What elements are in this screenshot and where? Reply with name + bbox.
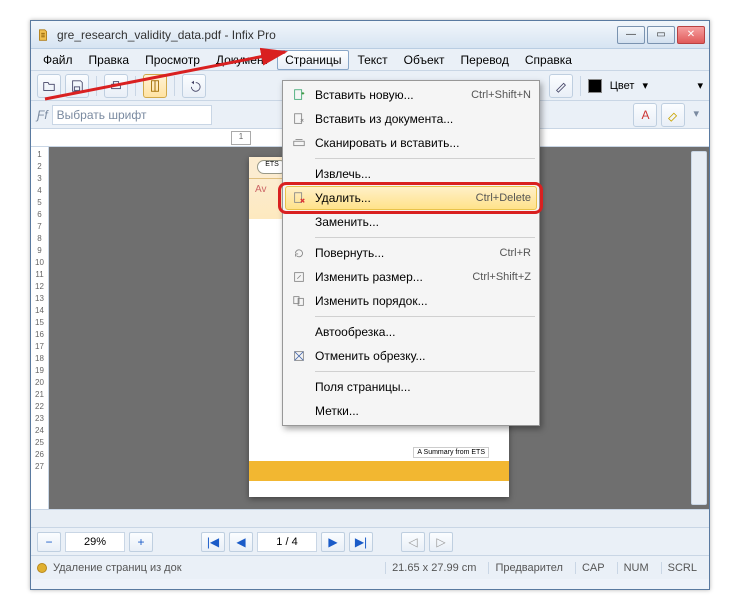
crop-cancel-icon	[289, 346, 309, 366]
menu-edit[interactable]: Правка	[81, 50, 138, 70]
menu-pages[interactable]: Страницы	[277, 50, 349, 70]
page-footer-band: A Summary from ETS	[249, 461, 509, 481]
color-label: Цвет	[606, 80, 639, 92]
text-color-button[interactable]: A	[633, 103, 657, 127]
menu-insert-from-doc[interactable]: Вставить из документа...	[285, 107, 537, 131]
close-button[interactable]: ✕	[677, 26, 705, 44]
status-bar: Удаление страниц из док 21.65 x 27.99 cm…	[31, 555, 709, 579]
menu-delete[interactable]: Удалить... Ctrl+Delete	[285, 186, 537, 210]
status-dimensions: 21.65 x 27.99 cm	[385, 562, 482, 574]
save-button[interactable]	[65, 74, 89, 98]
menu-view[interactable]: Просмотр	[137, 50, 208, 70]
page-text-fragment: Av	[255, 184, 267, 195]
toolbar-overflow-icon[interactable]: ▾	[697, 79, 703, 92]
status-message: Удаление страниц из док	[53, 562, 182, 574]
separator	[174, 76, 175, 96]
app-icon	[35, 27, 51, 43]
menu-resize[interactable]: Изменить размер... Ctrl+Shift+Z	[285, 265, 537, 289]
menu-divider	[315, 371, 535, 372]
window-controls: — ▭ ✕	[617, 26, 705, 44]
menu-help[interactable]: Справка	[517, 50, 580, 70]
maximize-button[interactable]: ▭	[647, 26, 675, 44]
vertical-ruler: 1234567891011121314151617181920212223242…	[31, 147, 49, 509]
menu-marks[interactable]: Метки...	[285, 399, 537, 423]
separator	[96, 76, 97, 96]
color-swatch[interactable]	[588, 79, 602, 93]
menu-page-margins[interactable]: Поля страницы...	[285, 375, 537, 399]
status-scrl: SCRL	[661, 562, 703, 574]
status-num: NUM	[617, 562, 655, 574]
minimize-button[interactable]: —	[617, 26, 645, 44]
menu-divider	[315, 316, 535, 317]
prev-page-button[interactable]: ◀	[229, 532, 253, 552]
last-page-button[interactable]: ▶|	[349, 532, 373, 552]
undo-button[interactable]	[182, 74, 206, 98]
menu-divider	[315, 158, 535, 159]
nav-back-button[interactable]: ◁	[401, 532, 425, 552]
font-icon: Ƒf	[37, 108, 48, 122]
dropdown-arrow-icon[interactable]: ▾	[642, 79, 648, 92]
status-cap: CAP	[575, 562, 611, 574]
resize-icon	[289, 267, 309, 287]
page-delete-icon	[289, 188, 309, 208]
pencil-tool[interactable]	[549, 74, 573, 98]
page-number-field[interactable]: 1 / 4	[257, 532, 317, 552]
menu-file[interactable]: Файл	[35, 50, 81, 70]
highlight-button[interactable]	[661, 103, 685, 127]
nav-forward-button[interactable]: ▷	[429, 532, 453, 552]
menu-translate[interactable]: Перевод	[453, 50, 517, 70]
first-page-button[interactable]: |◀	[201, 532, 225, 552]
page-plus-icon	[289, 85, 309, 105]
menu-divider	[315, 237, 535, 238]
font-select[interactable]: Выбрать шрифт	[52, 105, 212, 125]
zoom-out-button[interactable]: −	[37, 532, 61, 552]
pages-dropdown-menu: Вставить новую... Ctrl+Shift+N Вставить …	[282, 80, 540, 426]
menu-cancel-crop[interactable]: Отменить обрезку...	[285, 344, 537, 368]
reorder-icon	[289, 291, 309, 311]
page-summary-label: A Summary from ETS	[413, 447, 489, 458]
window-title: gre_research_validity_data.pdf - Infix P…	[57, 28, 617, 42]
separator	[580, 76, 581, 96]
menu-autocrop[interactable]: Автообрезка...	[285, 320, 537, 344]
menu-scan-insert[interactable]: Сканировать и вставить...	[285, 131, 537, 155]
zoom-in-button[interactable]: +	[129, 532, 153, 552]
next-page-button[interactable]: ▶	[321, 532, 345, 552]
menu-document[interactable]: Документ	[208, 50, 277, 70]
menu-rotate[interactable]: Повернуть... Ctrl+R	[285, 241, 537, 265]
menu-reorder[interactable]: Изменить порядок...	[285, 289, 537, 313]
title-bar: gre_research_validity_data.pdf - Infix P…	[31, 21, 709, 49]
status-dot-icon	[37, 563, 47, 573]
menu-bar: Файл Правка Просмотр Документ Страницы Т…	[31, 49, 709, 71]
edit-mode-button[interactable]	[143, 74, 167, 98]
navigation-bar: − 29% + |◀ ◀ 1 / 4 ▶ ▶| ◁ ▷	[31, 527, 709, 555]
zoom-field[interactable]: 29%	[65, 532, 125, 552]
status-preview: Предварител	[488, 562, 569, 574]
separator	[135, 76, 136, 96]
page-doc-icon	[289, 109, 309, 129]
scanner-icon	[289, 133, 309, 153]
menu-replace[interactable]: Заменить...	[285, 210, 537, 234]
horizontal-scrollbar[interactable]	[31, 509, 709, 527]
open-button[interactable]	[37, 74, 61, 98]
ruler-tab[interactable]: 1	[231, 131, 251, 145]
toolbar-overflow-icon[interactable]: ▾	[689, 103, 703, 127]
menu-insert-new[interactable]: Вставить новую... Ctrl+Shift+N	[285, 83, 537, 107]
menu-extract[interactable]: Извлечь...	[285, 162, 537, 186]
rotate-icon	[289, 243, 309, 263]
vertical-scrollbar[interactable]	[691, 151, 707, 505]
menu-text[interactable]: Текст	[349, 50, 395, 70]
print-button[interactable]	[104, 74, 128, 98]
menu-object[interactable]: Объект	[396, 50, 453, 70]
